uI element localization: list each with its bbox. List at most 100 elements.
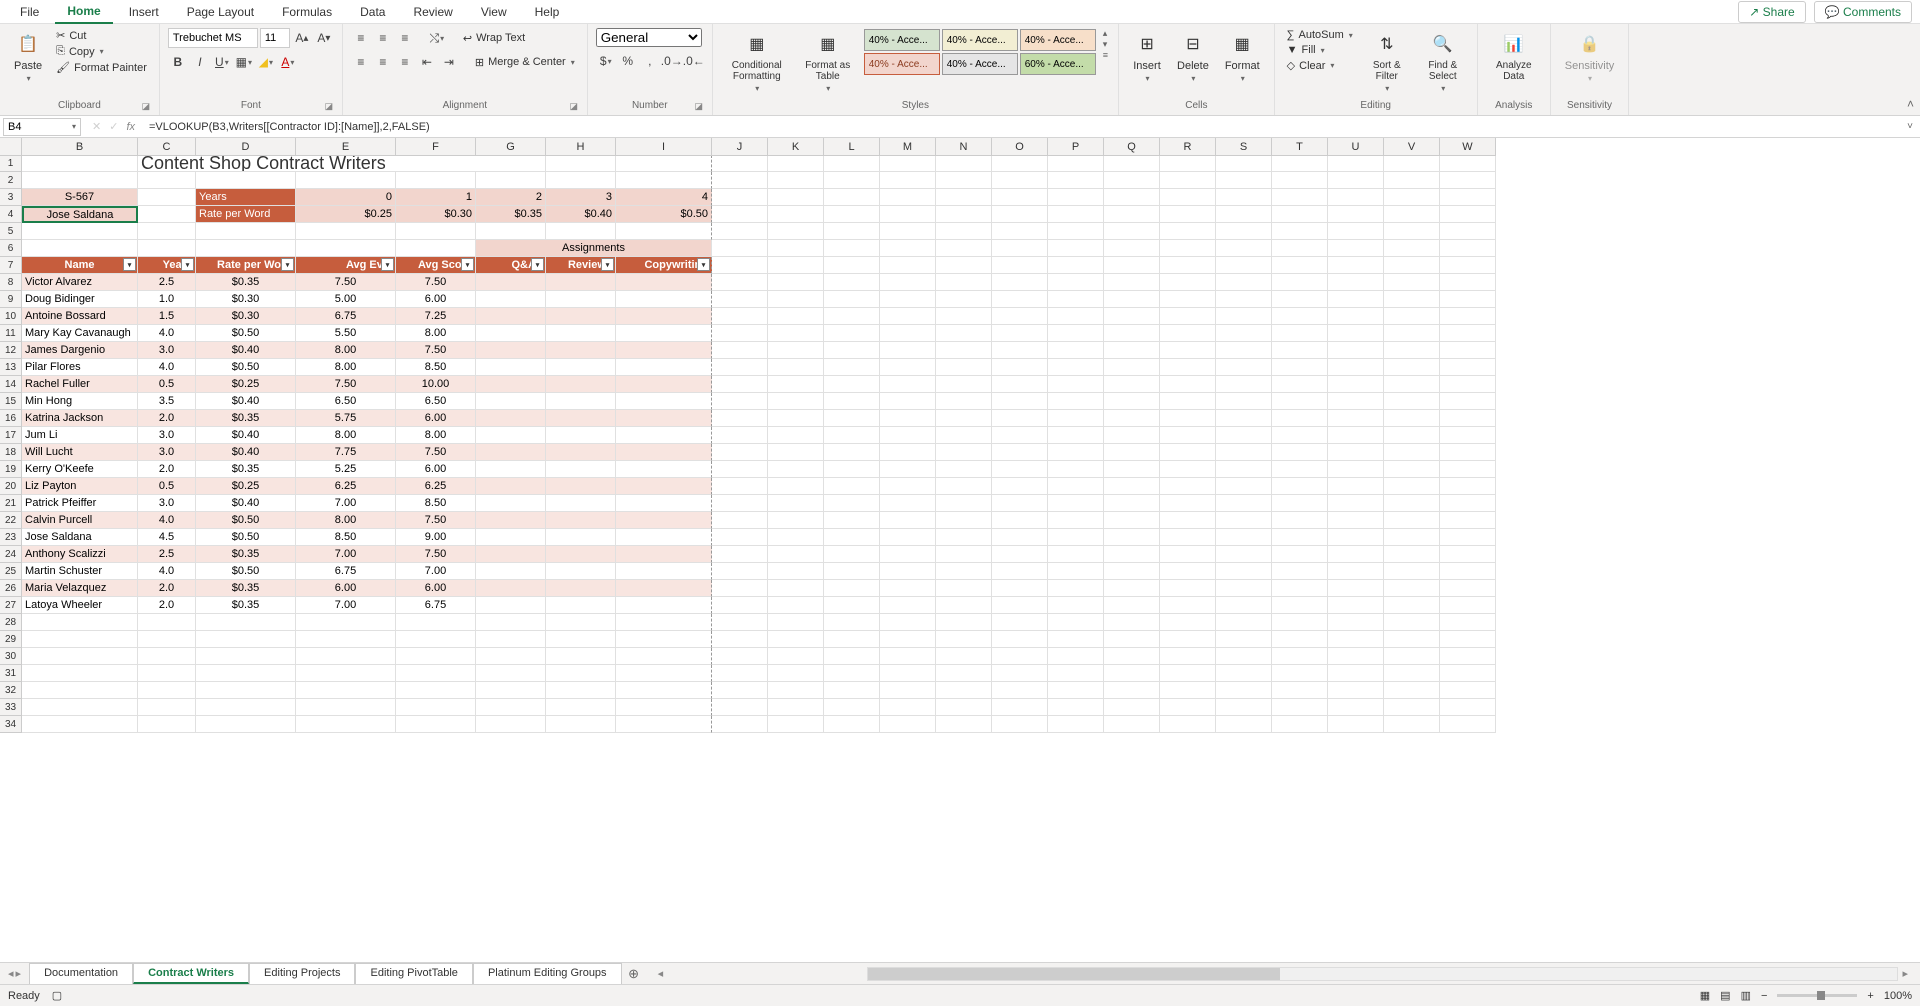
table-cell[interactable] bbox=[616, 580, 712, 597]
table-cell[interactable] bbox=[476, 325, 546, 342]
cell[interactable] bbox=[196, 172, 296, 189]
years-label-cell[interactable]: Years bbox=[196, 189, 296, 206]
cell[interactable] bbox=[1384, 410, 1440, 427]
cell[interactable] bbox=[616, 648, 712, 665]
col-header-J[interactable]: J bbox=[712, 138, 768, 156]
cell[interactable] bbox=[712, 631, 768, 648]
table-cell-score[interactable]: 8.50 bbox=[396, 359, 476, 376]
macro-record-icon[interactable]: ▢ bbox=[52, 989, 62, 1002]
cell[interactable] bbox=[824, 376, 880, 393]
cell[interactable] bbox=[138, 223, 196, 240]
cell[interactable] bbox=[1160, 444, 1216, 461]
cell[interactable] bbox=[196, 699, 296, 716]
cell[interactable] bbox=[138, 189, 196, 206]
table-cell-score[interactable]: 7.00 bbox=[396, 563, 476, 580]
cell[interactable] bbox=[1048, 257, 1104, 274]
table-cell[interactable] bbox=[546, 274, 616, 291]
cell[interactable] bbox=[712, 172, 768, 189]
table-cell-name[interactable]: Mary Kay Cavanaugh bbox=[22, 325, 138, 342]
cell[interactable] bbox=[1160, 427, 1216, 444]
cell[interactable] bbox=[1272, 325, 1328, 342]
row-header-33[interactable]: 33 bbox=[0, 699, 22, 716]
cell[interactable] bbox=[138, 631, 196, 648]
table-cell-years[interactable]: 3.0 bbox=[138, 342, 196, 359]
delete-cells-button[interactable]: ⊟Delete▾ bbox=[1171, 28, 1215, 85]
table-header-reviews[interactable]: Reviews▾ bbox=[546, 257, 616, 274]
cell[interactable] bbox=[1384, 223, 1440, 240]
cell[interactable] bbox=[1272, 580, 1328, 597]
cell[interactable] bbox=[712, 716, 768, 733]
table-cell-years[interactable]: 4.0 bbox=[138, 512, 196, 529]
cell[interactable] bbox=[1048, 342, 1104, 359]
align-right-button[interactable]: ≡ bbox=[395, 52, 415, 72]
cell[interactable] bbox=[1384, 325, 1440, 342]
table-cell-score[interactable]: 8.00 bbox=[396, 325, 476, 342]
cell[interactable] bbox=[712, 546, 768, 563]
cell[interactable] bbox=[824, 342, 880, 359]
percent-format-button[interactable]: % bbox=[618, 51, 638, 71]
cell[interactable] bbox=[1384, 648, 1440, 665]
row-header-1[interactable]: 1 bbox=[0, 155, 22, 172]
align-top-button[interactable]: ≡ bbox=[351, 28, 371, 48]
cell[interactable] bbox=[1048, 376, 1104, 393]
table-cell-name[interactable]: Jum Li bbox=[22, 427, 138, 444]
cell[interactable] bbox=[1048, 580, 1104, 597]
tab-view[interactable]: View bbox=[469, 1, 519, 23]
cell[interactable] bbox=[22, 614, 138, 631]
cell[interactable] bbox=[1048, 682, 1104, 699]
dialog-launcher-icon[interactable]: ◪ bbox=[141, 101, 151, 111]
table-cell-name[interactable]: Victor Alvarez bbox=[22, 274, 138, 291]
bold-button[interactable]: B bbox=[168, 52, 188, 72]
cell[interactable] bbox=[1384, 274, 1440, 291]
comments-button[interactable]: 💬 Comments bbox=[1814, 1, 1912, 23]
cell[interactable] bbox=[712, 580, 768, 597]
cell[interactable] bbox=[992, 461, 1048, 478]
cell[interactable] bbox=[1160, 580, 1216, 597]
cell[interactable] bbox=[1160, 512, 1216, 529]
cell[interactable] bbox=[824, 546, 880, 563]
cell[interactable] bbox=[992, 580, 1048, 597]
sheet-nav-next-icon[interactable]: ▸ bbox=[16, 967, 22, 980]
cell[interactable] bbox=[824, 155, 880, 172]
cell[interactable] bbox=[1216, 291, 1272, 308]
table-cell-rate[interactable]: $0.35 bbox=[196, 410, 296, 427]
cell[interactable] bbox=[1384, 291, 1440, 308]
cell[interactable] bbox=[296, 172, 396, 189]
zoom-in-button[interactable]: + bbox=[1867, 990, 1873, 1002]
tab-file[interactable]: File bbox=[8, 1, 51, 23]
cell[interactable] bbox=[1328, 325, 1384, 342]
cell[interactable] bbox=[936, 240, 992, 257]
cell[interactable] bbox=[1384, 257, 1440, 274]
col-header-W[interactable]: W bbox=[1440, 138, 1496, 156]
cell[interactable] bbox=[936, 682, 992, 699]
table-cell-name[interactable]: Katrina Jackson bbox=[22, 410, 138, 427]
cell[interactable] bbox=[992, 342, 1048, 359]
cell[interactable] bbox=[1440, 274, 1496, 291]
cell[interactable] bbox=[1160, 291, 1216, 308]
cell[interactable] bbox=[712, 512, 768, 529]
cell[interactable] bbox=[1216, 648, 1272, 665]
year-head-cell[interactable]: 1 bbox=[396, 189, 476, 206]
cell[interactable] bbox=[196, 631, 296, 648]
view-page-break-button[interactable]: ▥ bbox=[1741, 989, 1751, 1002]
table-cell-score[interactable]: 9.00 bbox=[396, 529, 476, 546]
cell[interactable] bbox=[768, 189, 824, 206]
cell[interactable] bbox=[768, 614, 824, 631]
cell[interactable] bbox=[936, 614, 992, 631]
year-head-cell[interactable]: 4 bbox=[616, 189, 712, 206]
table-cell-eval[interactable]: 8.00 bbox=[296, 427, 396, 444]
hscroll-left-icon[interactable]: ◂ bbox=[654, 967, 668, 980]
cell[interactable] bbox=[1048, 478, 1104, 495]
cell[interactable] bbox=[1384, 529, 1440, 546]
cell[interactable] bbox=[1048, 461, 1104, 478]
cell[interactable] bbox=[880, 291, 936, 308]
cell[interactable] bbox=[546, 614, 616, 631]
table-cell-eval[interactable]: 7.00 bbox=[296, 597, 396, 614]
cell[interactable] bbox=[880, 189, 936, 206]
cell[interactable] bbox=[1440, 359, 1496, 376]
cell[interactable] bbox=[1160, 206, 1216, 223]
row-header-25[interactable]: 25 bbox=[0, 563, 22, 580]
cell[interactable] bbox=[880, 308, 936, 325]
rate-cell[interactable]: $0.25 bbox=[296, 206, 396, 223]
cell[interactable] bbox=[936, 206, 992, 223]
